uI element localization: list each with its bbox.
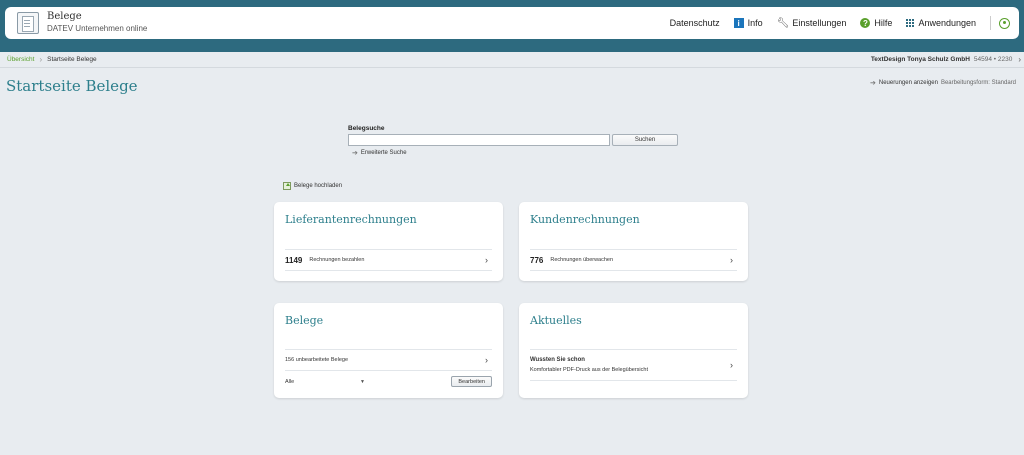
unprocessed-documents-row[interactable]: 156 unbearbeitete Belege › [285,349,492,369]
news-item-text: Komfortabler PDF-Druck aus der Belegüber… [530,367,648,373]
news-item-title: Wussten Sie schon [530,357,585,363]
news-link[interactable]: Neuerungen anzeigen [879,80,938,86]
breadcrumb-separator-icon: › [39,55,43,64]
edit-mode-label: Bearbeitungsform: Standard [940,80,1016,86]
arrow-right-icon: ➔ [352,150,358,157]
nav-datenschutz[interactable]: Datenschutz [670,18,720,28]
supplier-invoice-count: 1149 [285,255,303,265]
nav-info-label: Info [747,18,763,28]
app-titles: Belege DATEV Unternehmen online [47,11,147,35]
company-name[interactable]: TextDesign Tonya Schulz GmbH [871,56,970,63]
upload-icon [283,182,291,190]
arrow-right-icon: ➔ [870,80,876,87]
apps-grid-icon [906,19,915,27]
app-header: Belege DATEV Unternehmen online Datensch… [5,7,1019,39]
user-icon[interactable] [999,17,1010,29]
nav-divider [990,16,991,30]
card-news: Aktuelles Wussten Sie schon Komfortabler… [519,303,748,398]
extended-search-link[interactable]: ➔ Erweiterte Suche [348,149,678,157]
search-button[interactable]: Suchen [612,134,678,146]
nav-anwendungen-label: Anwendungen [918,18,976,28]
customer-invoice-count: 776 [530,255,544,265]
search-row: Suchen [348,134,678,146]
chevron-right-icon: › [485,255,488,265]
documents-filter-row: Alle ▼ Bearbeiten [285,370,492,392]
nav-anwendungen[interactable]: Anwendungen [906,18,976,28]
customer-invoices-text: Rechnungen überwachen [550,257,614,263]
documents-filter-select[interactable]: Alle ▼ [285,379,365,385]
nav-einstellungen-label: Einstellungen [792,18,847,28]
wrench-icon: 🔧︎ [776,17,790,29]
search-input[interactable] [348,134,610,146]
search-label: Belegsuche [348,125,385,132]
chevron-right-icon: › [485,354,488,365]
upload-label: Belege hochladen [294,183,343,189]
card-title: Lieferantenrechnungen [285,213,417,226]
card-customer-invoices: Kundenrechnungen 776 Rechnungen überwach… [519,202,748,281]
top-nav: Datenschutz i Info 🔧︎ Einstellungen ? Hi… [670,16,1019,30]
extended-search-label: Erweiterte Suche [360,150,407,156]
help-icon: ? [860,18,871,28]
customer-invoices-row[interactable]: 776 Rechnungen überwachen › [530,249,737,271]
upload-link[interactable]: Belege hochladen [283,182,342,190]
nav-hilfe[interactable]: ? Hilfe [860,18,892,28]
news-area: ➔ Neuerungen anzeigen Bearbeitungsform: … [870,79,1016,87]
nav-hilfe-label: Hilfe [874,18,893,28]
edit-button[interactable]: Bearbeiten [451,376,492,387]
supplier-invoices-text: Rechnungen bezahlen [309,257,365,263]
supplier-invoices-row[interactable]: 1149 Rechnungen bezahlen › [285,249,492,271]
breadcrumb-bar: Übersicht › Startseite Belege TextDesign… [0,52,1024,68]
unprocessed-documents-text: 156 unbearbeitete Belege [285,356,348,363]
app-name: Belege [47,11,82,22]
dropdown-arrow-icon: ▼ [360,378,365,385]
chevron-right-icon: › [730,360,733,370]
card-supplier-invoices: Lieferantenrechnungen 1149 Rechnungen be… [274,202,503,281]
page-title: Startseite Belege [6,77,138,95]
info-icon: i [733,18,744,28]
breadcrumb-current: Startseite Belege [47,56,97,63]
card-title: Belege [285,314,324,327]
nav-einstellungen[interactable]: 🔧︎ Einstellungen [777,18,847,29]
card-documents: Belege 156 unbearbeitete Belege › Alle ▼… [274,303,503,398]
breadcrumb-home[interactable]: Übersicht [7,56,34,63]
news-item-content: Wussten Sie schon Komfortabler PDF-Druck… [530,355,648,375]
filter-value: Alle [285,378,295,385]
news-item[interactable]: Wussten Sie schon Komfortabler PDF-Druck… [530,349,737,381]
chevron-right-icon[interactable]: › [1018,55,1021,64]
document-search: Belegsuche Suchen ➔ Erweiterte Suche [348,125,678,157]
card-title: Aktuelles [530,314,582,327]
nav-info[interactable]: i Info [733,18,763,28]
belege-app-icon [17,12,39,34]
company-number: 54594 • 2230 [973,56,1013,63]
chevron-right-icon: › [730,255,733,265]
app-subtitle: DATEV Unternehmen online [47,24,148,33]
card-title: Kundenrechnungen [530,213,640,226]
